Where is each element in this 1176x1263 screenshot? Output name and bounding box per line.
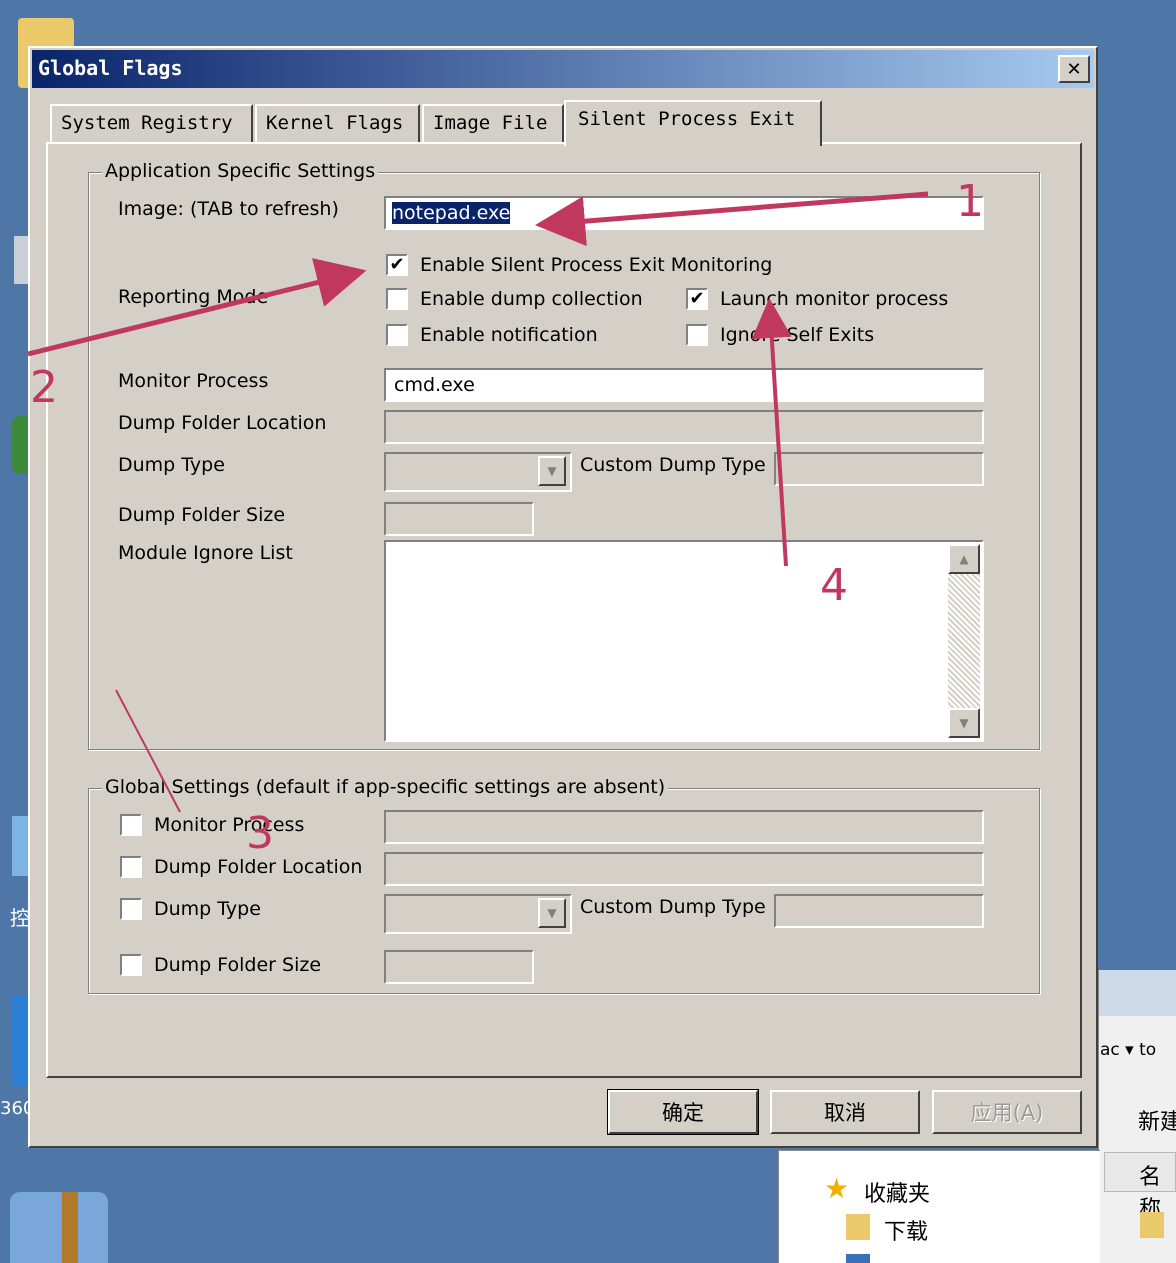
annotation-overlay [27,191,929,813]
arrow-4 [751,298,792,567]
tab-silent-process-exit[interactable]: Silent Process Exit [564,100,822,146]
arrow-3 [115,689,181,813]
annotation-number-2: 2 [30,362,58,413]
arrow-2 [27,258,367,357]
annotation-number-3: 3 [246,808,274,859]
tab-label: Silent Process Exit [578,108,796,130]
annotation-number-4: 4 [820,560,848,611]
arrow-1 [535,191,929,247]
annotation-number-1: 1 [956,176,984,227]
